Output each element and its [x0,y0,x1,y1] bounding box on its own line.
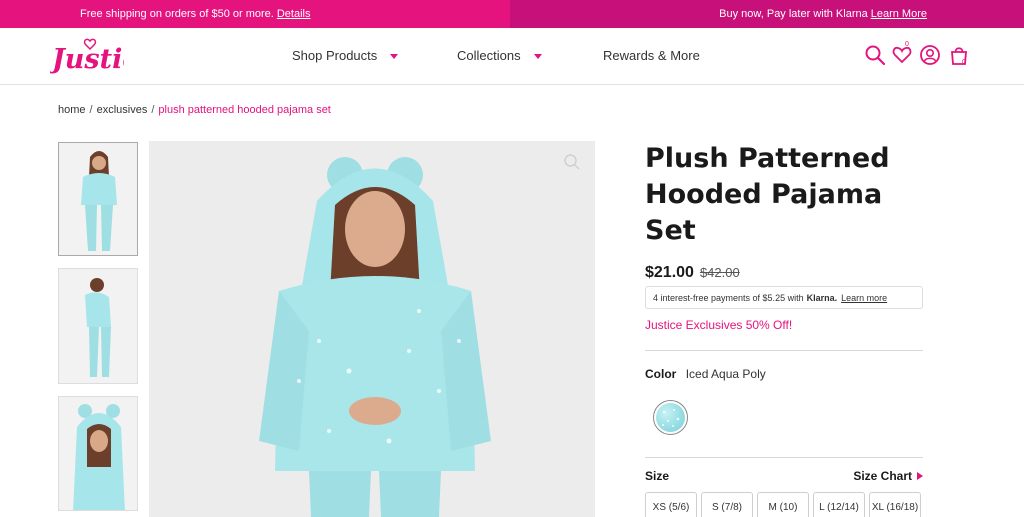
nav-shop-products[interactable]: Shop Products [292,48,399,63]
nav-collections[interactable]: Collections [457,48,543,63]
product-main-image[interactable] [149,141,595,517]
price-block: $21.00 $42.00 [645,264,740,282]
nav-shop-products-label: Shop Products [292,48,378,63]
klarna-promo-text: Buy now, Pay later with Klarna [719,8,868,20]
justice-logo[interactable]: Justice [47,36,156,78]
product-thumbnail-image [59,143,137,255]
size-chart-link[interactable]: Size Chart [853,469,923,483]
product-thumbnail-image [59,269,137,383]
nav-rewards-more-label: Rewards & More [603,48,700,63]
wishlist-button[interactable]: 0 [891,41,917,66]
sale-price: $21.00 [645,264,694,281]
wishlist-count: 0 [905,41,909,48]
svg-text:Justice: Justice [50,44,124,75]
product-title: Plush Patterned Hooded Pajama Set [645,143,890,246]
size-option-xs[interactable]: XS (5/6) [645,492,697,517]
promo-bar: Free shipping on orders of $50 or more. … [0,0,1024,28]
breadcrumb-exclusives[interactable]: exclusives [97,104,148,116]
divider [645,457,923,458]
size-label: Size [645,469,670,483]
shipping-promo: Free shipping on orders of $50 or more. … [0,0,510,28]
klarna-promo: Buy now, Pay later with Klarna Learn Mor… [510,0,1024,28]
cart-count: 0 [962,59,966,66]
breadcrumb: home / exclusives / plush patterned hooded p… [58,104,331,116]
exclusive-promo: Justice Exclusives 50% Off! [645,318,793,332]
shipping-details-link[interactable]: Details [277,8,311,20]
breadcrumb-current: plush patterned hooded pajama set [158,104,331,116]
snowflake-pattern-icon [661,409,680,427]
original-price: $42.00 [699,265,740,280]
zoom-icon[interactable] [563,153,581,171]
product-photo [149,141,595,517]
klarna-installments-text: 4 interest-free payments of $5.25 with [653,292,804,303]
product-thumbnail-image [59,397,137,510]
breadcrumb-home[interactable]: home [58,104,86,116]
color-swatch-iced-aqua[interactable] [653,400,688,435]
product-thumbnail-front[interactable] [58,142,138,256]
account-icon[interactable] [919,44,941,66]
heart-icon [892,46,912,64]
breadcrumb-separator: / [151,104,155,116]
klarna-installments: 4 interest-free payments of $5.25 with K… [645,286,923,309]
breadcrumb-separator: / [89,104,93,116]
divider [645,350,923,351]
nav-rewards-more[interactable]: Rewards & More [603,48,700,63]
size-option-xl[interactable]: XL (16/18) [869,492,921,517]
size-option-m[interactable]: M (10) [757,492,809,517]
klarna-learn-more-link[interactable]: Learn More [871,8,927,20]
size-option-l[interactable]: L (12/14) [813,492,865,517]
swatch-pattern [656,403,685,432]
color-value: Iced Aqua Poly [685,367,766,381]
caret-down-icon [533,53,542,59]
size-options: XS (5/6) S (7/8) M (10) L (12/14) XL (16… [645,492,921,517]
size-header: Size Size Chart [645,469,923,483]
search-icon[interactable] [864,44,886,66]
product-thumbnail-hood[interactable] [58,396,138,511]
size-chart-label: Size Chart [853,469,912,483]
color-label: Color [645,367,677,381]
nav-collections-label: Collections [457,48,521,63]
shipping-promo-text: Free shipping on orders of $50 or more. [80,8,274,20]
caret-down-icon [390,53,399,59]
play-arrow-icon [917,472,923,480]
cart-button[interactable]: 0 [948,44,972,66]
color-row: Color Iced Aqua Poly [645,367,766,381]
shopping-bag-icon [951,47,967,65]
klarna-brand: Klarna. [806,292,838,303]
product-thumbnail-side[interactable] [58,268,138,384]
size-option-s[interactable]: S (7/8) [701,492,753,517]
klarna-learn-more[interactable]: Learn more [841,293,887,303]
site-header: Justice Shop Products Collections Reward… [0,28,1024,85]
